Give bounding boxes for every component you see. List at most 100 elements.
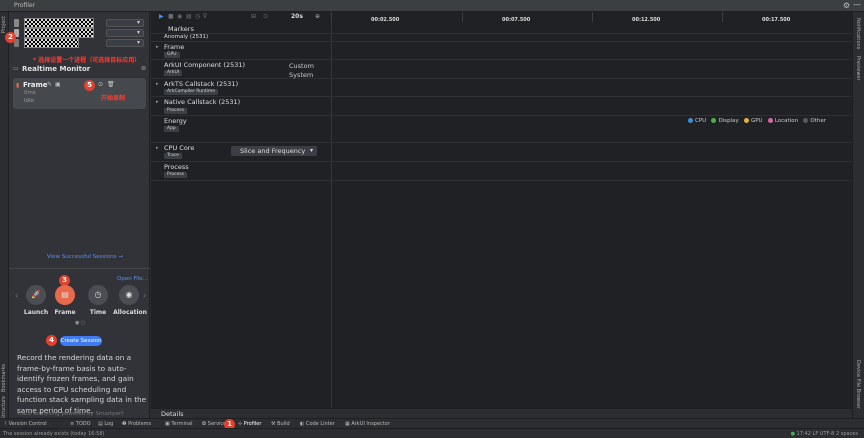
frame-template-button[interactable]: ▤	[55, 285, 75, 305]
time-template-button[interactable]: ◷	[88, 285, 108, 305]
expand-arrow-icon[interactable]: ▸	[156, 81, 159, 87]
legend-label: Display	[718, 118, 739, 124]
tab-label: Problems	[128, 421, 152, 427]
lane-process[interactable]: Process Process	[151, 162, 852, 181]
launch-template-button[interactable]: 🚀	[26, 285, 46, 305]
chevron-down-icon: ▾	[309, 147, 313, 154]
notifications-tool-tab[interactable]: Notifications	[855, 18, 861, 49]
legend-label: CPU	[695, 118, 707, 124]
legend-swatch	[803, 118, 809, 123]
lane-native-callstack[interactable]: ▸ Native Callstack (2531) Process	[151, 97, 852, 116]
todo-tab[interactable]: ≡ TODO	[70, 421, 91, 427]
gear-icon[interactable]: ⚙	[843, 1, 850, 10]
target-icon[interactable]: ⊙	[263, 13, 268, 20]
profiler-tab[interactable]: ⊹ Profiler	[238, 421, 261, 427]
device-row[interactable]: ▾	[10, 18, 146, 28]
edit-icon[interactable]: ✎	[47, 81, 52, 88]
lane-arkui-component[interactable]: ArkUI Component (2531) ArkUI Custom Syst…	[151, 60, 852, 79]
chevron-left-icon[interactable]: ‹	[15, 291, 18, 300]
screen-icon[interactable]: ▣	[55, 81, 61, 88]
chevron-down-icon: ▾	[136, 39, 140, 46]
previewer-tool-tab[interactable]: Previewer	[855, 56, 861, 81]
split-icon[interactable]: ⊞	[251, 13, 256, 20]
lane-name: Anomaly (2531)	[164, 34, 209, 40]
lane-name: CPU Core	[164, 144, 195, 152]
play-icon[interactable]: ▶	[159, 13, 164, 20]
timeline-toolbar: ▶ ■ ◉ ▤ ◷ ∇ ⊞ ⊙ 20s ⊕	[151, 12, 332, 22]
custom-label: Custom	[289, 62, 314, 70]
tick-line	[592, 12, 593, 22]
cpu-view-mode-dropdown[interactable]: Slice and Frequency ▾	[231, 146, 317, 156]
settings-icon[interactable]: ⊚	[141, 65, 146, 72]
frame-session-item[interactable]: ▮ Frame ✎ ▣ 0ms Idle 5 ⊙ 🗑 开始录制	[13, 78, 146, 109]
tab-label: Log	[104, 421, 114, 427]
create-session-button[interactable]: Create Session	[60, 336, 102, 346]
project-tool-tab[interactable]: Project	[1, 16, 7, 33]
version-control-tab[interactable]: ᚹ Version Control	[4, 421, 47, 427]
stop-icon[interactable]: ■	[168, 13, 174, 20]
tab-label: TODO	[75, 421, 91, 427]
lane-name: Frame	[164, 43, 185, 51]
frame-session-status: Idle	[24, 98, 35, 104]
record-icon[interactable]: ◉	[177, 13, 182, 20]
template-description: Record the rendering data on a frame-by-…	[17, 353, 147, 415]
duration-label: 20s	[291, 13, 303, 20]
lane-name: Native Callstack (2531)	[164, 98, 241, 106]
minimize-icon[interactable]: —	[853, 0, 861, 9]
lane-tag: Process	[164, 172, 188, 178]
terminal-tab[interactable]: ▣ Terminal	[165, 421, 192, 427]
expand-arrow-icon[interactable]: ▸	[156, 44, 159, 50]
process-name-masked	[24, 28, 94, 38]
zoom-in-icon[interactable]: ⊕	[315, 13, 320, 20]
legend-swatch	[688, 118, 693, 123]
allocation-template-button[interactable]: ◉	[119, 285, 139, 305]
lane-arkts-callstack[interactable]: ▸ ArkTS Callstack (2531) ArkCompiler Run…	[151, 79, 852, 97]
carousel-page-dots: ● ○	[75, 320, 86, 326]
expand-arrow-icon[interactable]: ▸	[156, 99, 159, 105]
memory-icon: ◉	[125, 290, 133, 299]
arkui-inspector-tab[interactable]: ▦ ArkUI Inspector	[345, 421, 390, 427]
problems-tab[interactable]: ❶ Problems	[122, 421, 151, 427]
tick-line	[331, 12, 332, 22]
tick-label: 00:17.500	[762, 17, 791, 23]
frame-template-label: Frame	[54, 309, 76, 316]
chevron-right-icon[interactable]: ›	[143, 291, 146, 300]
device-dropdown[interactable]: ▾	[106, 19, 144, 27]
list-icon[interactable]: ▤	[186, 13, 192, 20]
legend-swatch	[743, 118, 749, 123]
record-start-icon[interactable]: ⊙	[98, 81, 103, 88]
realtime-monitor-label: Realtime Monitor	[22, 65, 91, 73]
tick-label: 00:07.500	[502, 17, 531, 23]
bookmarks-tool-tab[interactable]: Bookmarks	[1, 364, 7, 392]
details-panel-header[interactable]: Details	[151, 408, 852, 418]
tick-line	[722, 12, 723, 22]
legend-item-gpu: GPU	[743, 118, 763, 124]
lane-name: ArkTS Callstack (2531)	[164, 80, 239, 88]
process-row[interactable]: ▾	[10, 28, 146, 38]
device-file-browser-tool-tab[interactable]: Device File Browser	[855, 360, 861, 409]
build-tab[interactable]: ⚒ Build	[271, 421, 290, 427]
lane-tag: App	[164, 126, 179, 132]
legend-item-location: Location	[767, 118, 799, 124]
legend-label: Location	[774, 118, 799, 124]
module-row[interactable]: ▾	[10, 38, 146, 48]
delete-icon[interactable]: 🗑	[107, 81, 115, 88]
view-successful-sessions-link[interactable]: View Successful Sessions →	[47, 254, 123, 260]
log-tab[interactable]: ▤ Log	[98, 421, 113, 427]
structure-tool-tab[interactable]: Structure	[1, 396, 7, 419]
expand-arrow-icon[interactable]: ▸	[156, 145, 159, 151]
left-tool-strip: Project Bookmarks Structure	[0, 12, 9, 426]
process-dropdown[interactable]: ▾	[106, 29, 144, 37]
lane-markers[interactable]: Markers	[151, 24, 852, 34]
module-dropdown[interactable]: ▾	[106, 39, 144, 47]
frame-session-icon: ▮	[16, 82, 20, 89]
lane-name: Energy	[164, 117, 187, 125]
time-icon[interactable]: ◷	[195, 13, 200, 20]
code-linter-tab[interactable]: ◐ Code Linter	[300, 421, 335, 427]
title-bar: Profiler ⚙ —	[0, 0, 864, 12]
lane-frame[interactable]: ▸ Frame GPU	[151, 42, 852, 60]
lane-anomaly[interactable]: Anomaly (2531)	[151, 34, 852, 42]
template-carousel: ‹ 🚀 ▤ ◷ ◉ › Launch Frame Time Allocation…	[9, 277, 150, 327]
realtime-monitor-row[interactable]: ▭ Realtime Monitor ⊚	[10, 65, 148, 75]
filter-icon[interactable]: ∇	[203, 13, 207, 20]
